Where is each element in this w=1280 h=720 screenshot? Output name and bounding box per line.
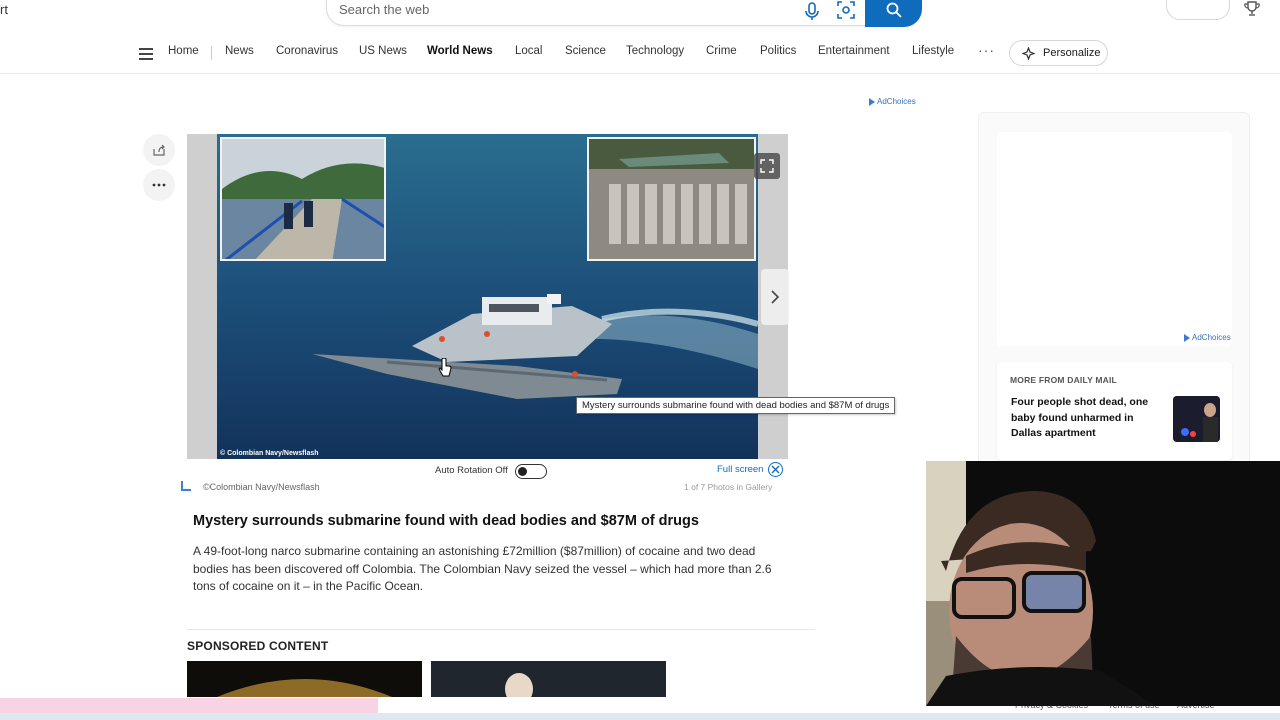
sponsored-heading: SPONSORED CONTENT	[187, 639, 329, 653]
nav-item-local[interactable]: Local	[515, 45, 543, 57]
webcam-overlay	[926, 461, 1280, 706]
auto-rotation-label: Auto Rotation Off	[435, 465, 508, 476]
nav-item-us-news[interactable]: US News	[359, 45, 407, 57]
section-divider	[187, 629, 815, 630]
nav-item-world-news[interactable]: World News	[427, 45, 493, 57]
sparkle-star-icon	[1022, 46, 1035, 60]
share-icon	[153, 144, 165, 156]
nav-item-home[interactable]: Home	[168, 45, 199, 57]
nav-item-entertainment[interactable]: Entertainment	[818, 45, 890, 57]
more-from-label: MORE FROM DAILY MAIL	[1010, 375, 1117, 385]
gallery-counter: 1 of 7 Photos in Gallery	[684, 482, 773, 492]
microphone-icon[interactable]	[804, 2, 820, 22]
share-button[interactable]	[143, 134, 175, 166]
fullscreen-label: Full screen	[717, 464, 764, 475]
nav-item-technology[interactable]: Technology	[626, 45, 684, 57]
adchoices-link[interactable]: AdChoices	[869, 97, 916, 106]
mouse-cursor-icon	[438, 358, 452, 377]
ellipsis-icon	[152, 183, 166, 187]
adchoices-icon	[869, 97, 875, 106]
nav-item-lifestyle[interactable]: Lifestyle	[912, 45, 954, 57]
gallery-tooltip: Mystery surrounds submarine found with d…	[576, 397, 896, 414]
gallery-inset-pier-photo	[220, 137, 386, 261]
more-options-button[interactable]	[143, 169, 175, 201]
personalize-button[interactable]: Personalize	[1009, 40, 1108, 66]
category-nav: Home News Coronavirus US News World News…	[0, 40, 1280, 74]
personalize-label: Personalize	[1043, 47, 1101, 59]
adchoices-label: AdChoices	[1192, 333, 1231, 342]
fullscreen-link[interactable]: Full screen	[717, 462, 784, 477]
auto-rotation-toggle[interactable]	[515, 464, 547, 479]
nav-divider	[211, 46, 212, 60]
chevron-right-icon	[771, 290, 780, 304]
article-headline[interactable]: Mystery surrounds submarine found with d…	[193, 513, 699, 529]
fullscreen-icon	[768, 462, 784, 477]
hamburger-menu-icon[interactable]	[139, 48, 153, 60]
nav-item-politics[interactable]: Politics	[760, 45, 796, 57]
adchoices-icon	[1184, 333, 1190, 342]
os-taskbar	[0, 713, 1280, 720]
rail-ad-slot[interactable]	[997, 132, 1232, 346]
nav-item-coronavirus[interactable]: Coronavirus	[276, 45, 338, 57]
nav-item-science[interactable]: Science	[565, 45, 606, 57]
photo-credit-overlay: © Colombian Navy/Newsflash	[220, 450, 319, 457]
rail-adchoices-link[interactable]: AdChoices	[1184, 333, 1231, 342]
sponsored-card-2[interactable]	[431, 661, 666, 697]
nav-more-button[interactable]: ···	[978, 42, 995, 58]
article-summary: A 49-foot-long narco submarine containin…	[193, 544, 772, 593]
expand-photo-button[interactable]	[754, 153, 780, 179]
credit-bracket-icon	[181, 481, 191, 491]
brand-logo-fragment[interactable]: rt	[0, 2, 8, 17]
nav-item-news[interactable]: News	[225, 45, 254, 57]
search-icon	[886, 2, 902, 18]
sponsored-card-1[interactable]	[187, 661, 422, 697]
visual-search-icon[interactable]	[837, 1, 855, 19]
rail-story-title[interactable]: Four people shot dead, one baby found un…	[1011, 395, 1161, 442]
expand-icon	[760, 159, 774, 173]
nav-item-crime[interactable]: Crime	[706, 45, 737, 57]
rail-story-thumbnail[interactable]	[1173, 396, 1220, 442]
gallery-inset-drugs-photo	[587, 137, 756, 261]
search-input[interactable]	[339, 2, 779, 17]
search-button[interactable]	[865, 0, 922, 27]
search-bar[interactable]	[326, 0, 922, 27]
next-photo-button[interactable]	[761, 269, 789, 325]
sign-in-button[interactable]	[1166, 0, 1230, 20]
adchoices-label: AdChoices	[877, 97, 916, 106]
rewards-trophy-icon[interactable]	[1243, 1, 1261, 17]
photo-credit: ©Colombian Navy/Newsflash	[203, 482, 320, 492]
